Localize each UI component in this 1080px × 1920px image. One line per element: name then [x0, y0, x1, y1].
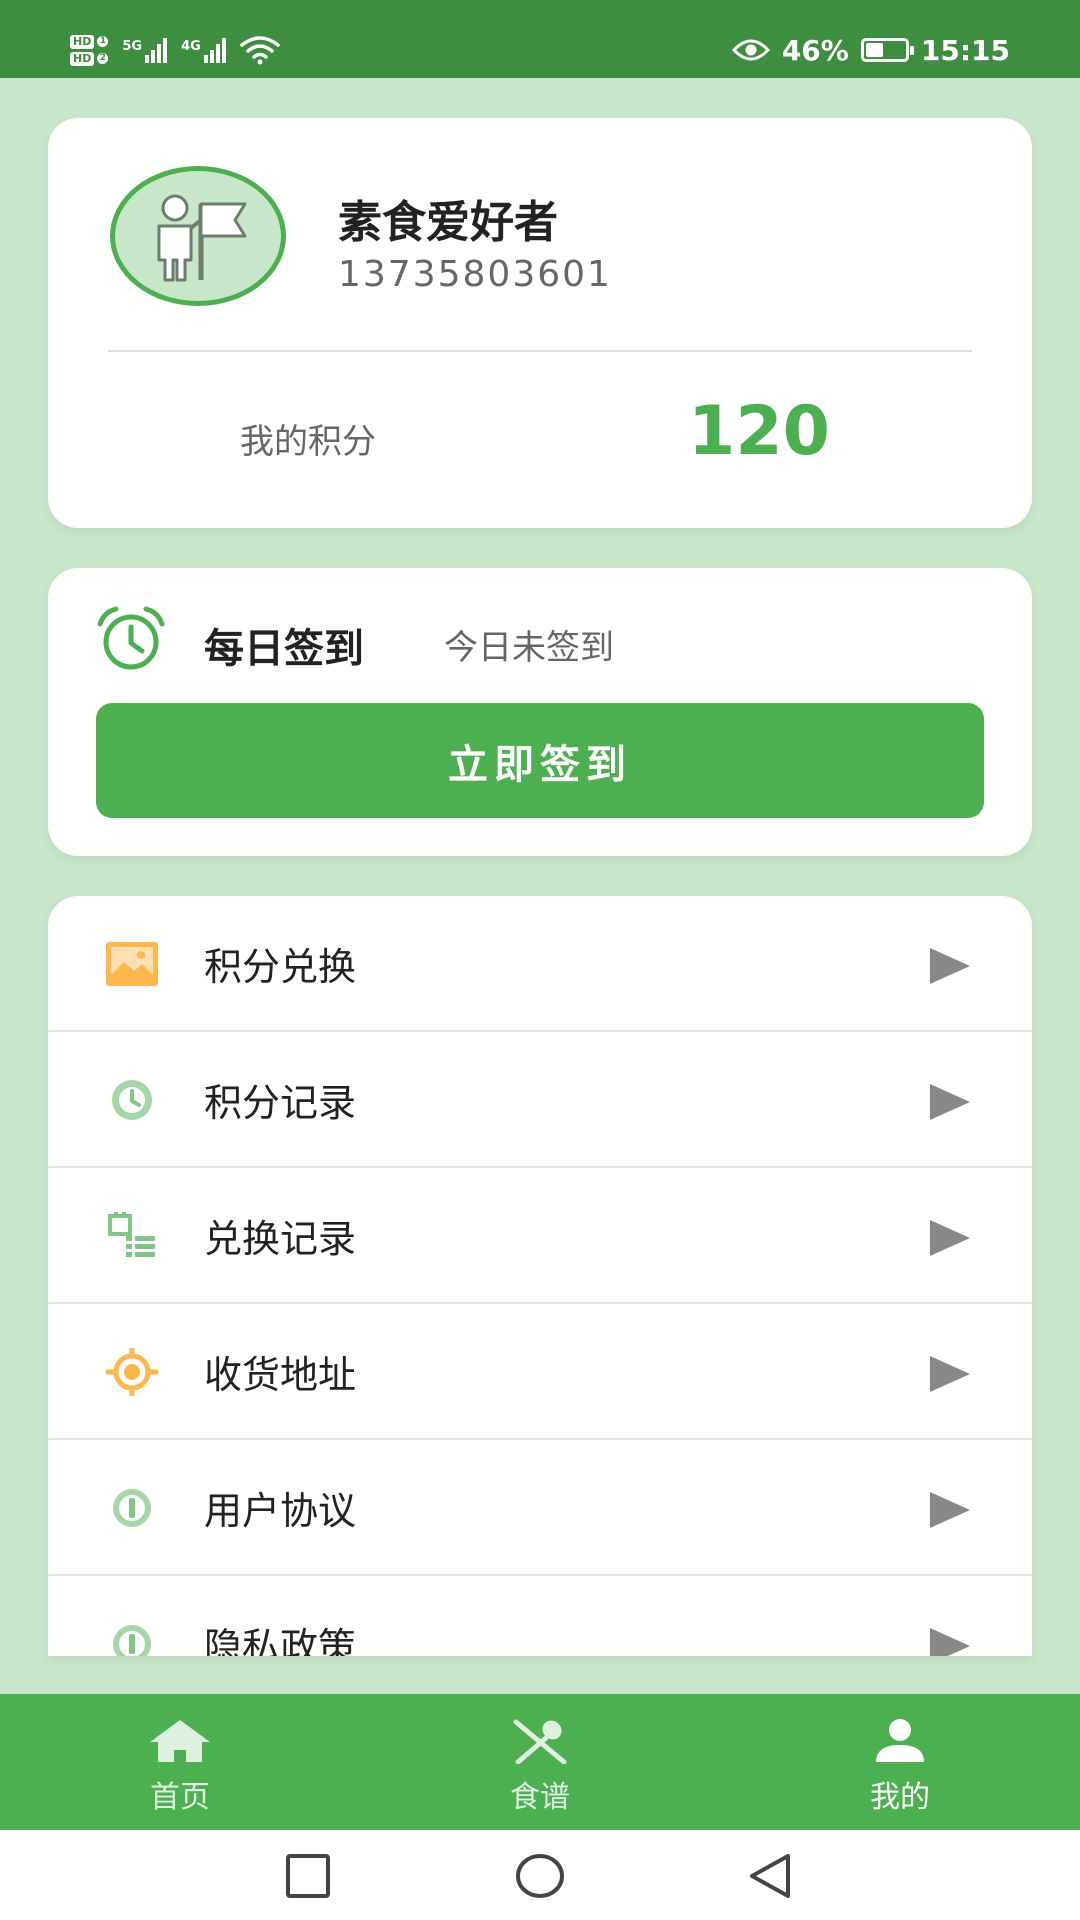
- net-label-5g: 5G: [122, 39, 143, 54]
- user-phone: 13735803601: [338, 254, 612, 295]
- menu-label: 隐私政策: [204, 1625, 357, 1656]
- nav-recipes[interactable]: 食谱: [360, 1694, 720, 1830]
- wifi-icon: [240, 36, 280, 65]
- profile-card: 素食爱好者 13735803601 我的积分 120: [48, 118, 1032, 528]
- nav-mine[interactable]: 我的: [720, 1694, 1080, 1830]
- menu-list: 积分兑换 积分记录 兑换记录 收货地址 用户协议 隐私政策: [48, 896, 1032, 1656]
- eye-icon: [731, 39, 770, 61]
- play-arrow-icon: [930, 1492, 970, 1528]
- hd1-badge: HD: [70, 34, 95, 49]
- nav-home[interactable]: 首页: [0, 1694, 360, 1830]
- battery-fill: [865, 43, 883, 57]
- utensils-icon: [513, 1719, 567, 1764]
- bottom-nav: 首页 食谱 我的: [0, 1694, 1080, 1830]
- nav-label: 我的: [870, 1780, 930, 1815]
- signal-5g: 5G: [122, 37, 168, 63]
- status-right: 46% 15:15: [731, 30, 1010, 70]
- play-arrow-icon: [930, 948, 970, 984]
- info-icon: [113, 1625, 151, 1656]
- menu-label: 积分记录: [204, 1081, 357, 1125]
- checkin-title: 每日签到: [204, 626, 364, 672]
- person-flag-icon: [157, 194, 247, 282]
- home-icon: [150, 1720, 210, 1762]
- play-arrow-icon: [930, 1220, 970, 1256]
- menu-item-points-exchange[interactable]: 积分兑换: [48, 896, 1032, 1032]
- menu-item-user-agreement[interactable]: 用户协议: [48, 1440, 1032, 1576]
- circle-icon[interactable]: [514, 1852, 566, 1900]
- points-value[interactable]: 120: [688, 392, 830, 471]
- back-triangle-icon[interactable]: [746, 1852, 794, 1900]
- location-icon: [106, 1348, 158, 1396]
- nav-label: 食谱: [510, 1780, 570, 1815]
- nav-label: 首页: [150, 1780, 210, 1815]
- menu-label: 积分兑换: [204, 945, 357, 989]
- play-arrow-icon: [930, 1084, 970, 1120]
- checkin-card: 每日签到 今日未签到 立即签到: [48, 568, 1032, 856]
- hd1-number: 1: [97, 36, 109, 47]
- menu-label: 兑换记录: [204, 1217, 357, 1261]
- clock-icon: [112, 1080, 152, 1120]
- status-bar: HD 1 HD 2 5G 4G 46% 15:15: [0, 0, 1080, 78]
- menu-label: 用户协议: [204, 1489, 357, 1533]
- signal-4g: 4G: [181, 37, 226, 63]
- list-icon: [108, 1212, 155, 1257]
- avatar[interactable]: [110, 166, 286, 306]
- info-icon: [113, 1489, 151, 1527]
- status-left: HD 1 HD 2 5G 4G: [70, 26, 280, 74]
- status-time: 15:15: [920, 33, 1010, 67]
- net-label-4g: 4G: [181, 39, 201, 54]
- hd2-number: 2: [97, 53, 109, 64]
- hd-indicators: HD 1 HD 2: [70, 34, 109, 66]
- points-label: 我的积分: [240, 422, 376, 462]
- square-icon[interactable]: [284, 1852, 332, 1900]
- menu-item-exchange-record[interactable]: 兑换记录: [48, 1168, 1032, 1304]
- menu-label: 收货地址: [204, 1353, 357, 1397]
- checkin-button[interactable]: 立即签到: [96, 703, 984, 818]
- signal-icon: [145, 37, 168, 63]
- divider: [108, 350, 972, 352]
- menu-item-points-record[interactable]: 积分记录: [48, 1032, 1032, 1168]
- alarm-clock-icon: [97, 606, 165, 670]
- menu-item-privacy-policy[interactable]: 隐私政策: [48, 1576, 1032, 1656]
- play-arrow-icon: [930, 1628, 970, 1656]
- system-nav-bar: [0, 1830, 1080, 1920]
- user-name: 素食爱好者: [338, 197, 558, 248]
- checkin-status: 今日未签到: [444, 628, 614, 668]
- battery-icon: [860, 38, 914, 62]
- signal-icon: [203, 37, 226, 63]
- play-arrow-icon: [930, 1356, 970, 1392]
- image-icon: [106, 942, 158, 986]
- battery-percent: 46%: [781, 33, 849, 67]
- person-icon: [876, 1719, 924, 1762]
- menu-item-shipping-address[interactable]: 收货地址: [48, 1304, 1032, 1440]
- hd2-badge: HD: [70, 51, 95, 66]
